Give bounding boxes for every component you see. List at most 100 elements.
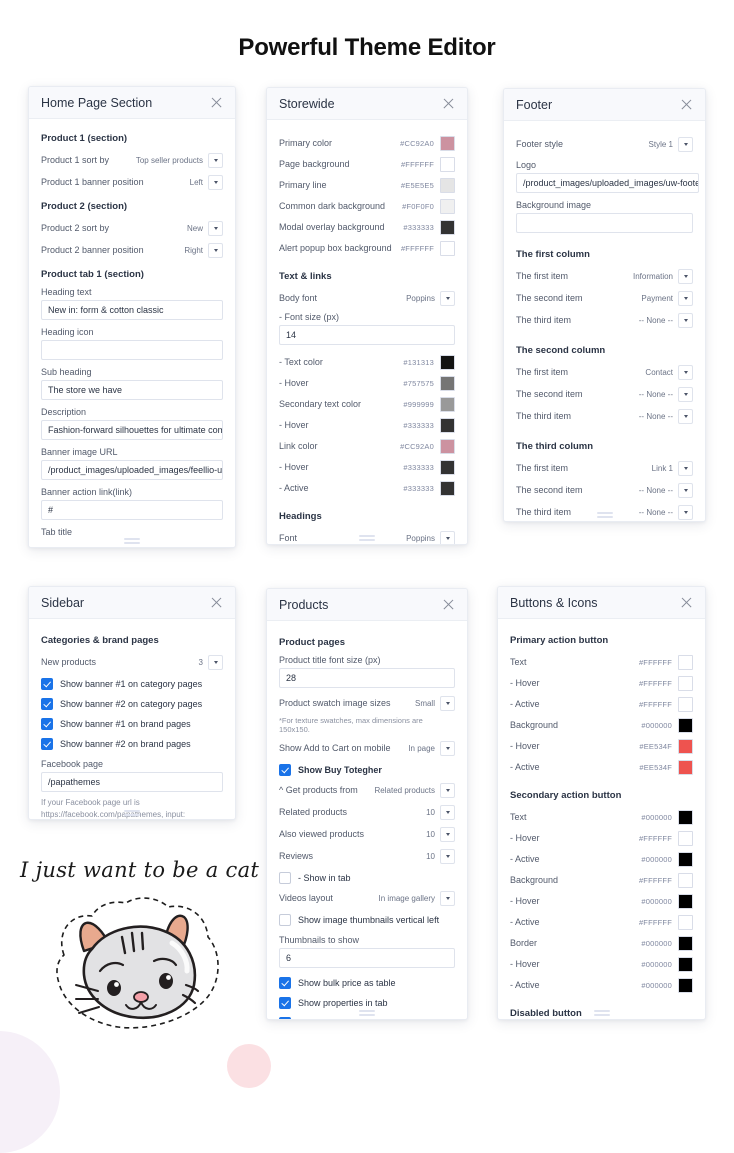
- color-row-secondary-text[interactable]: Text #000000: [510, 808, 693, 826]
- color-swatch[interactable]: [678, 893, 693, 909]
- checkbox-icon[interactable]: [279, 1016, 291, 1019]
- input-thumbnails-to-show[interactable]: 6: [279, 948, 455, 968]
- color-row-modal-overlay-background[interactable]: Modal overlay background #333333: [279, 218, 455, 236]
- color-row-secondary-text-active[interactable]: - Active #000000: [510, 850, 693, 868]
- panel-resize-handle[interactable]: [124, 810, 140, 816]
- checkbox-row-show-in-tab[interactable]: - Show in tab: [279, 869, 455, 886]
- checkbox-row-bulk-price-table[interactable]: Show bulk price as table: [279, 974, 455, 991]
- color-swatch[interactable]: [440, 459, 455, 475]
- chevron-down-icon[interactable]: [440, 782, 455, 798]
- close-icon[interactable]: [680, 596, 693, 609]
- row-product-1-banner-position[interactable]: Product 1 banner position Left: [41, 173, 223, 191]
- color-row-secondary-background-hover[interactable]: - Hover #000000: [510, 892, 693, 910]
- chevron-down-icon[interactable]: [678, 460, 693, 476]
- color-row-primary-text-active[interactable]: - Active #FFFFFF: [510, 695, 693, 713]
- chevron-down-icon[interactable]: [208, 654, 223, 670]
- color-row-text-hover[interactable]: - Hover #757575: [279, 374, 455, 392]
- chevron-down-icon[interactable]: [440, 804, 455, 820]
- color-swatch[interactable]: [678, 872, 693, 888]
- color-swatch[interactable]: [678, 654, 693, 670]
- chevron-down-icon[interactable]: [678, 364, 693, 380]
- panel-resize-handle[interactable]: [359, 535, 375, 541]
- chevron-down-icon[interactable]: [208, 220, 223, 236]
- row-add-to-cart-mobile[interactable]: Show Add to Cart on mobile In page: [279, 739, 455, 757]
- chevron-down-icon[interactable]: [440, 740, 455, 756]
- color-swatch[interactable]: [678, 738, 693, 754]
- color-swatch[interactable]: [440, 135, 455, 151]
- chevron-down-icon[interactable]: [440, 530, 455, 544]
- color-row-primary-text[interactable]: Text #FFFFFF: [510, 653, 693, 671]
- panel-resize-handle[interactable]: [124, 538, 140, 544]
- chevron-down-icon[interactable]: [440, 848, 455, 864]
- row-videos-layout[interactable]: Videos layout In image gallery: [279, 889, 455, 907]
- input-sub-heading[interactable]: The store we have: [41, 380, 223, 400]
- checkbox-icon[interactable]: [279, 996, 291, 1009]
- close-icon[interactable]: [442, 97, 455, 110]
- chevron-down-icon[interactable]: [678, 482, 693, 498]
- row-product-swatch-image-sizes[interactable]: Product swatch image sizes Small: [279, 694, 455, 712]
- color-row-common-dark-background[interactable]: Common dark background #F0F0F0: [279, 197, 455, 215]
- checkbox-icon[interactable]: [41, 737, 53, 750]
- input-banner-action-link[interactable]: #: [41, 500, 223, 520]
- checkbox-row-properties-in-tab[interactable]: Show properties in tab: [279, 994, 455, 1011]
- color-row-link-color[interactable]: Link color #CC92A0: [279, 437, 455, 455]
- color-swatch[interactable]: [440, 438, 455, 454]
- panel-footer[interactable]: Footer Footer style Style 1 Logo /produc…: [503, 88, 706, 522]
- checkbox-row-buy-together[interactable]: Show Buy Totegher: [279, 761, 455, 778]
- checkbox-icon[interactable]: [279, 871, 291, 884]
- input-banner-image-url[interactable]: /product_images/uploaded_images/feellio-…: [41, 460, 223, 480]
- chevron-down-icon[interactable]: [678, 504, 693, 520]
- row-product-2-sort-by[interactable]: Product 2 sort by New: [41, 219, 223, 237]
- color-swatch[interactable]: [440, 177, 455, 193]
- row-reviews[interactable]: Reviews 10: [279, 847, 455, 865]
- color-row-secondary-background[interactable]: Background #FFFFFF: [510, 871, 693, 889]
- checkbox-icon[interactable]: [41, 697, 53, 710]
- color-row-primary-line[interactable]: Primary line #E5E5E5: [279, 176, 455, 194]
- chevron-down-icon[interactable]: [678, 312, 693, 328]
- input-logo[interactable]: /product_images/uploaded_images/uw-foote: [516, 173, 699, 193]
- chevron-down-icon[interactable]: [678, 268, 693, 284]
- color-swatch[interactable]: [440, 480, 455, 496]
- row-col2-third-item[interactable]: The third item -- None --: [516, 407, 693, 425]
- chevron-down-icon[interactable]: [208, 174, 223, 190]
- input-background-image[interactable]: [516, 213, 693, 233]
- chevron-down-icon[interactable]: [208, 242, 223, 258]
- panel-home-page-section[interactable]: Home Page Section Product 1 (section) Pr…: [28, 86, 236, 548]
- color-swatch[interactable]: [440, 156, 455, 172]
- color-row-primary-text-hover[interactable]: - Hover #FFFFFF: [510, 674, 693, 692]
- row-footer-style[interactable]: Footer style Style 1: [516, 135, 693, 153]
- panel-storewide[interactable]: Storewide Primary color #CC92A0 Page bac…: [266, 87, 468, 545]
- checkbox-row-thumbnails-vertical-left[interactable]: Show image thumbnails vertical left: [279, 911, 455, 928]
- color-swatch[interactable]: [678, 675, 693, 691]
- chevron-down-icon[interactable]: [678, 136, 693, 152]
- close-icon[interactable]: [210, 96, 223, 109]
- chevron-down-icon[interactable]: [440, 695, 455, 711]
- color-row-secondary-text-hover[interactable]: - Hover #333333: [279, 416, 455, 434]
- row-col1-second-item[interactable]: The second item Payment: [516, 289, 693, 307]
- chevron-down-icon[interactable]: [678, 408, 693, 424]
- color-row-secondary-border[interactable]: Border #000000: [510, 934, 693, 952]
- row-col1-third-item[interactable]: The third item -- None --: [516, 311, 693, 329]
- color-row-secondary-background-active[interactable]: - Active #FFFFFF: [510, 913, 693, 931]
- chevron-down-icon[interactable]: [440, 890, 455, 906]
- color-row-link-active[interactable]: - Active #333333: [279, 479, 455, 497]
- color-row-secondary-border-hover[interactable]: - Hover #000000: [510, 955, 693, 973]
- row-col3-second-item[interactable]: The second item -- None --: [516, 481, 693, 499]
- row-col2-first-item[interactable]: The first item Contact: [516, 363, 693, 381]
- checkbox-icon[interactable]: [279, 763, 291, 776]
- row-col2-second-item[interactable]: The second item -- None --: [516, 385, 693, 403]
- color-swatch[interactable]: [678, 851, 693, 867]
- close-icon[interactable]: [210, 596, 223, 609]
- color-swatch[interactable]: [440, 219, 455, 235]
- checkbox-row-banner2-category[interactable]: Show banner #2 on category pages: [41, 695, 223, 712]
- chevron-down-icon[interactable]: [678, 386, 693, 402]
- color-row-primary-background-hover[interactable]: - Hover #EE534F: [510, 737, 693, 755]
- close-icon[interactable]: [680, 98, 693, 111]
- color-row-primary-background-active[interactable]: - Active #EE534F: [510, 758, 693, 776]
- color-swatch[interactable]: [678, 696, 693, 712]
- checkbox-row-banner1-category[interactable]: Show banner #1 on category pages: [41, 675, 223, 692]
- checkbox-row-banner2-brand[interactable]: Show banner #2 on brand pages: [41, 735, 223, 752]
- input-heading-text[interactable]: New in: form & cotton classic: [41, 300, 223, 320]
- color-swatch[interactable]: [440, 240, 455, 256]
- checkbox-icon[interactable]: [41, 677, 53, 690]
